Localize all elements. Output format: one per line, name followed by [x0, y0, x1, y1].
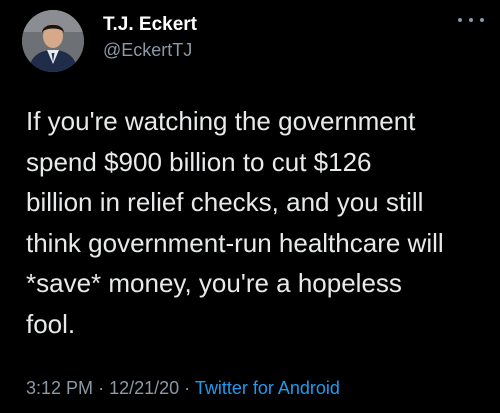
- author-display-name[interactable]: T.J. Eckert: [103, 14, 197, 36]
- avatar-photo: [22, 10, 84, 72]
- tweet-text: If you're watching the government spend …: [26, 106, 444, 339]
- more-dot-icon: [480, 18, 484, 22]
- tweet-date[interactable]: 12/21/20: [109, 378, 179, 398]
- more-options-icon[interactable]: [458, 12, 484, 28]
- tweet-source-link[interactable]: Twitter for Android: [195, 378, 340, 398]
- more-dot-icon: [469, 18, 473, 22]
- author-handle[interactable]: @EckertTJ: [103, 40, 192, 61]
- tweet-card: T.J. Eckert @EckertTJ If you're watching…: [0, 0, 500, 413]
- tweet-meta: 3:12 PM · 12/21/20 · Twitter for Android: [26, 378, 340, 399]
- tweet-time[interactable]: 3:12 PM: [26, 378, 93, 398]
- avatar[interactable]: [22, 10, 84, 72]
- meta-separator: ·: [98, 378, 105, 398]
- more-dot-icon: [458, 18, 462, 22]
- meta-separator: ·: [184, 378, 191, 398]
